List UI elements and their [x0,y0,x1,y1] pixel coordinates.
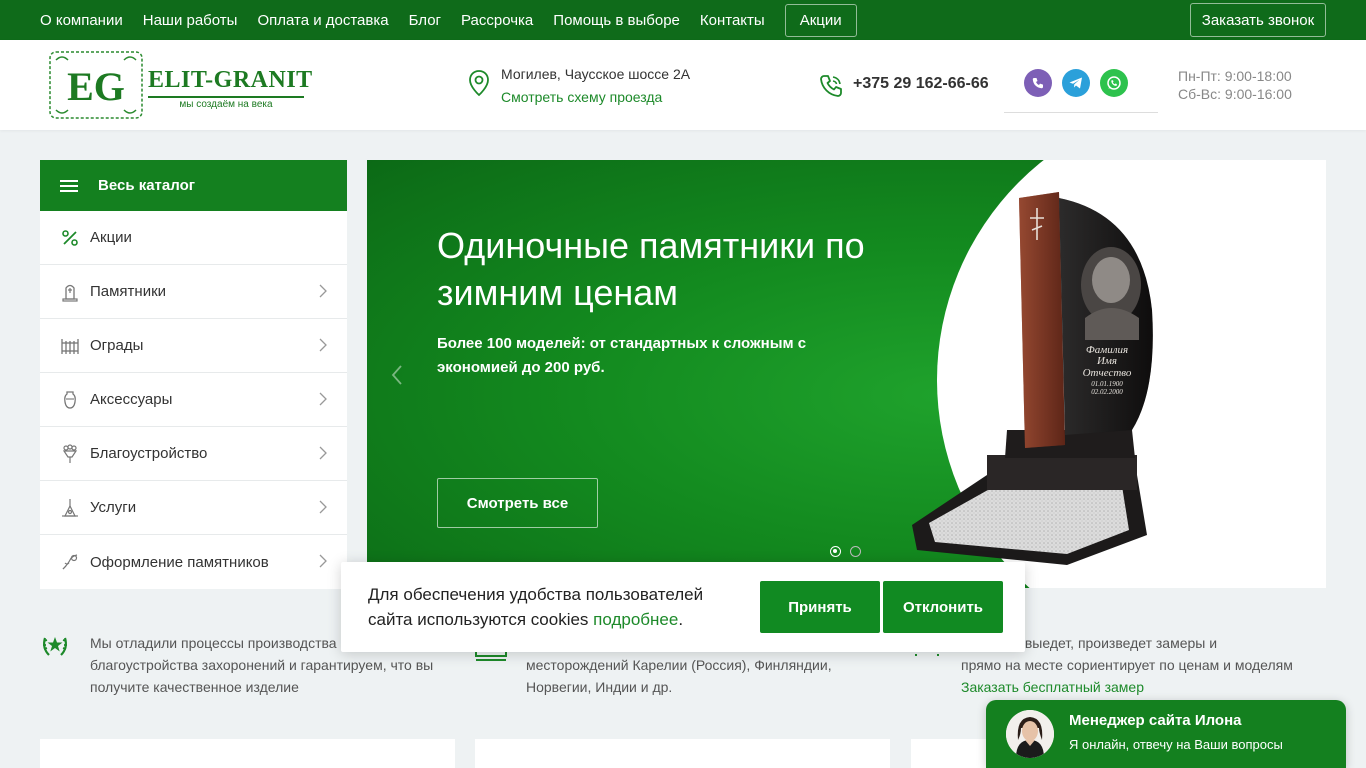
cookie-reject-button[interactable]: Отклонить [883,581,1003,633]
content-card [40,739,455,768]
catalog-item-label: Ограды [90,337,144,354]
hamburger-icon [60,179,78,192]
cookie-message-end: . [678,610,684,629]
content-card [475,739,890,768]
chevron-right-icon [319,446,327,460]
catalog-item-label: Аксессуары [90,391,173,408]
nav-installment[interactable]: Рассрочка [461,12,533,29]
catalog-item-monuments[interactable]: Памятники [40,265,347,319]
nav-about[interactable]: О компании [40,12,123,29]
engraving-icon [62,554,78,570]
cookie-more-link[interactable]: подробнее [593,610,678,629]
catalog-menu: Весь каталог Акции Памятники Ограды Аксе… [40,160,347,589]
top-nav-links: О компании Наши работы Оплата и доставка… [40,0,877,40]
catalog-item-label: Услуги [90,499,137,516]
location-pin-icon [469,70,489,96]
chevron-right-icon [319,392,327,406]
tools-icon [62,499,78,517]
cookie-text: Для обеспечения удобства пользователей с… [368,582,748,632]
order-call-button[interactable]: Заказать звонок [1190,3,1326,37]
catalog-item-design[interactable]: Оформление памятников [40,535,347,589]
catalog-item-landscaping[interactable]: Благоустройство [40,427,347,481]
feature-stone-line3: Норвегии, Индии и др. [526,679,673,695]
catalog-item-promo[interactable]: Акции [40,211,347,265]
monument-image: Фамилия Имя Отчество 01.01.1900 02.02.20… [912,192,1153,565]
top-navigation-bar: О компании Наши работы Оплата и доставка… [0,0,1366,40]
hours-weekdays: Пн-Пт: 9:00-18:00 [1178,68,1292,84]
hero-subtitle: Более 100 моделей: от стандартных к слож… [437,335,807,376]
monument-birth-date: 01.01.1900 [1091,380,1123,388]
feature-quality-line3: получите качественное изделие [90,679,299,695]
view-all-button[interactable]: Смотреть все [437,478,598,528]
chevron-right-icon [319,500,327,514]
vase-icon [64,391,76,409]
phone-icon [820,75,842,97]
catalog-item-label: Благоустройство [90,445,208,462]
site-logo[interactable]: EG ELIT-GRANIT мы создаём на века [48,50,312,120]
viber-icon[interactable] [1024,69,1052,97]
monument-patronymic: Отчество [1083,367,1132,379]
flowers-icon [62,444,78,463]
monument-icon [62,284,78,302]
catalog-title: Весь каталог [98,177,195,194]
catalog-item-fences[interactable]: Ограды [40,319,347,373]
catalog-item-label: Памятники [90,283,167,300]
messenger-divider [1004,112,1158,113]
chat-manager-name: Менеджер сайта Илона [1069,712,1242,729]
order-free-measure-link[interactable]: Заказать бесплатный замер [961,676,1144,698]
manager-avatar [1006,710,1054,758]
catalog-item-services[interactable]: Услуги [40,481,347,535]
nav-payment-delivery[interactable]: Оплата и доставка [257,12,388,29]
online-chat-widget[interactable]: Менеджер сайта Илона Я онлайн, отвечу на… [986,700,1346,768]
chevron-right-icon [319,338,327,352]
nav-promo-button[interactable]: Акции [784,3,857,37]
slider-dot[interactable] [850,546,861,557]
monument-death-date: 02.02.2000 [1091,388,1123,396]
hero-slider: Одиночные памятники по зимним ценам Боле… [367,160,1326,588]
svg-text:EG: EG [67,64,125,109]
catalog-toggle[interactable]: Весь каталог [40,160,347,211]
cookie-banner: Для обеспечения удобства пользователей с… [341,562,1025,652]
slider-dot-active[interactable] [830,546,841,557]
phone-number[interactable]: +375 29 162-66-66 [853,75,989,93]
catalog-item-label: Акции [90,229,132,246]
fence-icon [61,339,79,354]
nav-blog[interactable]: Блог [409,12,441,29]
site-header: EG ELIT-GRANIT мы создаём на века Могиле… [0,40,1366,130]
nav-contacts[interactable]: Контакты [700,12,765,29]
feature-stone-line2: месторождений Карелии (Россия), Финлянди… [526,657,832,673]
chevron-right-icon [319,284,327,298]
map-directions-link[interactable]: Смотреть схему проезда [501,89,662,105]
nav-help-choosing[interactable]: Помощь в выборе [553,12,680,29]
catalog-item-accessories[interactable]: Аксессуары [40,373,347,427]
wreath-icon [43,637,67,656]
hero-title: Одиночные памятники по зимним ценам [437,225,865,313]
chevron-right-icon [319,554,327,568]
feature-quality-line2: благоустройства захоронений и гарантируе… [90,657,434,673]
logo-emblem-icon: EG [49,51,143,119]
logo-brand-name: ELIT-GRANIT [148,67,313,93]
catalog-item-label: Оформление памятников [90,553,269,571]
feature-measure-line2: прямо на месте сориентирует по ценам и м… [961,657,1293,673]
slider-prev-arrow-icon[interactable] [391,364,403,386]
working-hours: Пн-Пт: 9:00-18:00 Сб-Вс: 9:00-16:00 [1178,67,1292,103]
chat-status: Я онлайн, отвечу на Ваши вопросы [1069,737,1283,752]
whatsapp-icon[interactable] [1100,69,1128,97]
percent-icon [62,230,78,246]
telegram-icon[interactable] [1062,69,1090,97]
feature-quality-line1: Мы отладили процессы производства [90,635,337,651]
address-text: Могилев, Чаусское шоссе 2А [501,66,691,82]
monument-name: Имя [1096,355,1117,367]
logo-tagline: мы создаём на века [148,96,304,110]
cookie-accept-button[interactable]: Принять [760,581,880,633]
hours-weekend: Сб-Вс: 9:00-16:00 [1178,86,1292,102]
nav-works[interactable]: Наши работы [143,12,238,29]
